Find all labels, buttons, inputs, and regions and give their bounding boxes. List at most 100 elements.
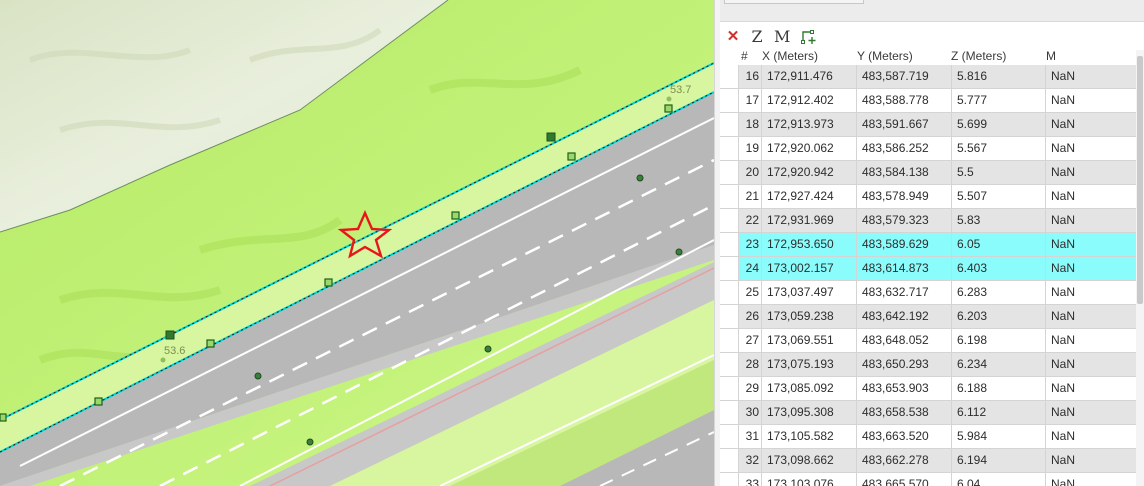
vertex-index[interactable]: 24 [739,257,761,280]
row-selector[interactable] [720,401,739,424]
vertex-index[interactable]: 21 [739,185,761,208]
table-row[interactable]: 17 172,912.402 483,588.778 5.777 NaN [720,89,1136,113]
row-selector[interactable] [720,209,739,232]
z-value[interactable]: 6.188 [951,377,1045,400]
vertex-handle[interactable] [206,339,215,348]
m-value[interactable]: NaN [1045,353,1136,376]
y-value[interactable]: 483,665.570 [856,473,951,486]
x-value[interactable]: 173,075.193 [761,353,856,376]
vertex-index[interactable]: 19 [739,137,761,160]
x-value[interactable]: 172,911.476 [761,65,856,88]
column-header-z[interactable]: Z (Meters) [951,49,1006,63]
road-point[interactable] [636,174,644,182]
row-selector[interactable] [720,377,739,400]
z-value[interactable]: 5.984 [951,425,1045,448]
vertex-index[interactable]: 30 [739,401,761,424]
z-value[interactable]: 6.04 [951,473,1045,486]
m-value[interactable]: NaN [1045,377,1136,400]
vertex-handle[interactable] [567,152,576,161]
x-value[interactable]: 173,105.582 [761,425,856,448]
y-value[interactable]: 483,662.278 [856,449,951,472]
m-value[interactable]: NaN [1045,473,1136,486]
y-value[interactable]: 483,591.667 [856,113,951,136]
z-value[interactable]: 5.507 [951,185,1045,208]
table-row[interactable]: 33 173,103.076 483,665.570 6.04 NaN [720,473,1136,486]
z-value[interactable]: 6.112 [951,401,1045,424]
vertex-index[interactable]: 23 [739,233,761,256]
road-point[interactable] [484,345,492,353]
row-selector[interactable] [720,89,739,112]
x-value[interactable]: 173,069.551 [761,329,856,352]
y-value[interactable]: 483,663.520 [856,425,951,448]
vertex-handle[interactable] [324,278,333,287]
x-value[interactable]: 173,002.157 [761,257,856,280]
vertex-handle[interactable] [0,413,7,422]
y-value[interactable]: 483,653.903 [856,377,951,400]
y-value[interactable]: 483,614.873 [856,257,951,280]
map-canvas[interactable] [0,0,714,486]
row-selector[interactable] [720,305,739,328]
y-value[interactable]: 483,584.138 [856,161,951,184]
x-value[interactable]: 173,085.092 [761,377,856,400]
m-value[interactable]: NaN [1045,401,1136,424]
row-selector[interactable] [720,185,739,208]
table-row[interactable]: 16 172,911.476 483,587.719 5.816 NaN [720,65,1136,89]
table-row[interactable]: 30 173,095.308 483,658.538 6.112 NaN [720,401,1136,425]
m-value[interactable]: NaN [1045,89,1136,112]
road-point[interactable] [254,372,262,380]
row-selector[interactable] [720,329,739,352]
column-header-index[interactable]: # [741,49,748,63]
vertex-index[interactable]: 22 [739,209,761,232]
x-value[interactable]: 173,103.076 [761,473,856,486]
scrollbar-thumb[interactable] [1137,56,1143,304]
z-value[interactable]: 6.234 [951,353,1045,376]
vertex-index[interactable]: 26 [739,305,761,328]
vertex-index[interactable]: 27 [739,329,761,352]
table-row[interactable]: 29 173,085.092 483,653.903 6.188 NaN [720,377,1136,401]
y-value[interactable]: 483,589.629 [856,233,951,256]
m-value[interactable]: NaN [1045,329,1136,352]
z-value[interactable]: 6.203 [951,305,1045,328]
z-value[interactable]: 6.194 [951,449,1045,472]
delete-vertex-icon[interactable]: ✕ [726,27,740,47]
row-selector[interactable] [720,449,739,472]
vertex-index[interactable]: 20 [739,161,761,184]
add-vertex-icon[interactable] [800,27,818,47]
table-row[interactable]: 19 172,920.062 483,586.252 5.567 NaN [720,137,1136,161]
x-value[interactable]: 172,920.942 [761,161,856,184]
vertex-index[interactable]: 32 [739,449,761,472]
z-value[interactable]: 6.198 [951,329,1045,352]
vertical-scrollbar[interactable] [1136,50,1144,486]
z-values-button[interactable]: Z [750,27,764,47]
row-selector[interactable] [720,161,739,184]
collapsed-tree-row[interactable] [724,0,864,4]
m-values-button[interactable]: M [774,27,790,47]
y-value[interactable]: 483,658.538 [856,401,951,424]
vertex-index[interactable]: 31 [739,425,761,448]
m-value[interactable]: NaN [1045,281,1136,304]
m-value[interactable]: NaN [1045,185,1136,208]
row-selector[interactable] [720,137,739,160]
table-row-selected[interactable]: 23 172,953.650 483,589.629 6.05 NaN [720,233,1136,257]
m-value[interactable]: NaN [1045,137,1136,160]
row-selector[interactable] [720,257,739,280]
x-value[interactable]: 172,912.402 [761,89,856,112]
vertex-index[interactable]: 18 [739,113,761,136]
table-row[interactable]: 25 173,037.497 483,632.717 6.283 NaN [720,281,1136,305]
x-value[interactable]: 173,059.238 [761,305,856,328]
row-selector[interactable] [720,281,739,304]
vertex-handle[interactable] [451,211,460,220]
y-value[interactable]: 483,579.323 [856,209,951,232]
m-value[interactable]: NaN [1045,161,1136,184]
x-value[interactable]: 172,927.424 [761,185,856,208]
x-value[interactable]: 173,095.308 [761,401,856,424]
vertex-index[interactable]: 28 [739,353,761,376]
vertex-handle[interactable] [165,330,175,340]
z-value[interactable]: 6.05 [951,233,1045,256]
vertex-handle[interactable] [94,397,103,406]
m-value[interactable]: NaN [1045,113,1136,136]
z-value[interactable]: 6.283 [951,281,1045,304]
column-header-m[interactable]: M [1046,49,1056,63]
table-row[interactable]: 27 173,069.551 483,648.052 6.198 NaN [720,329,1136,353]
table-row[interactable]: 31 173,105.582 483,663.520 5.984 NaN [720,425,1136,449]
